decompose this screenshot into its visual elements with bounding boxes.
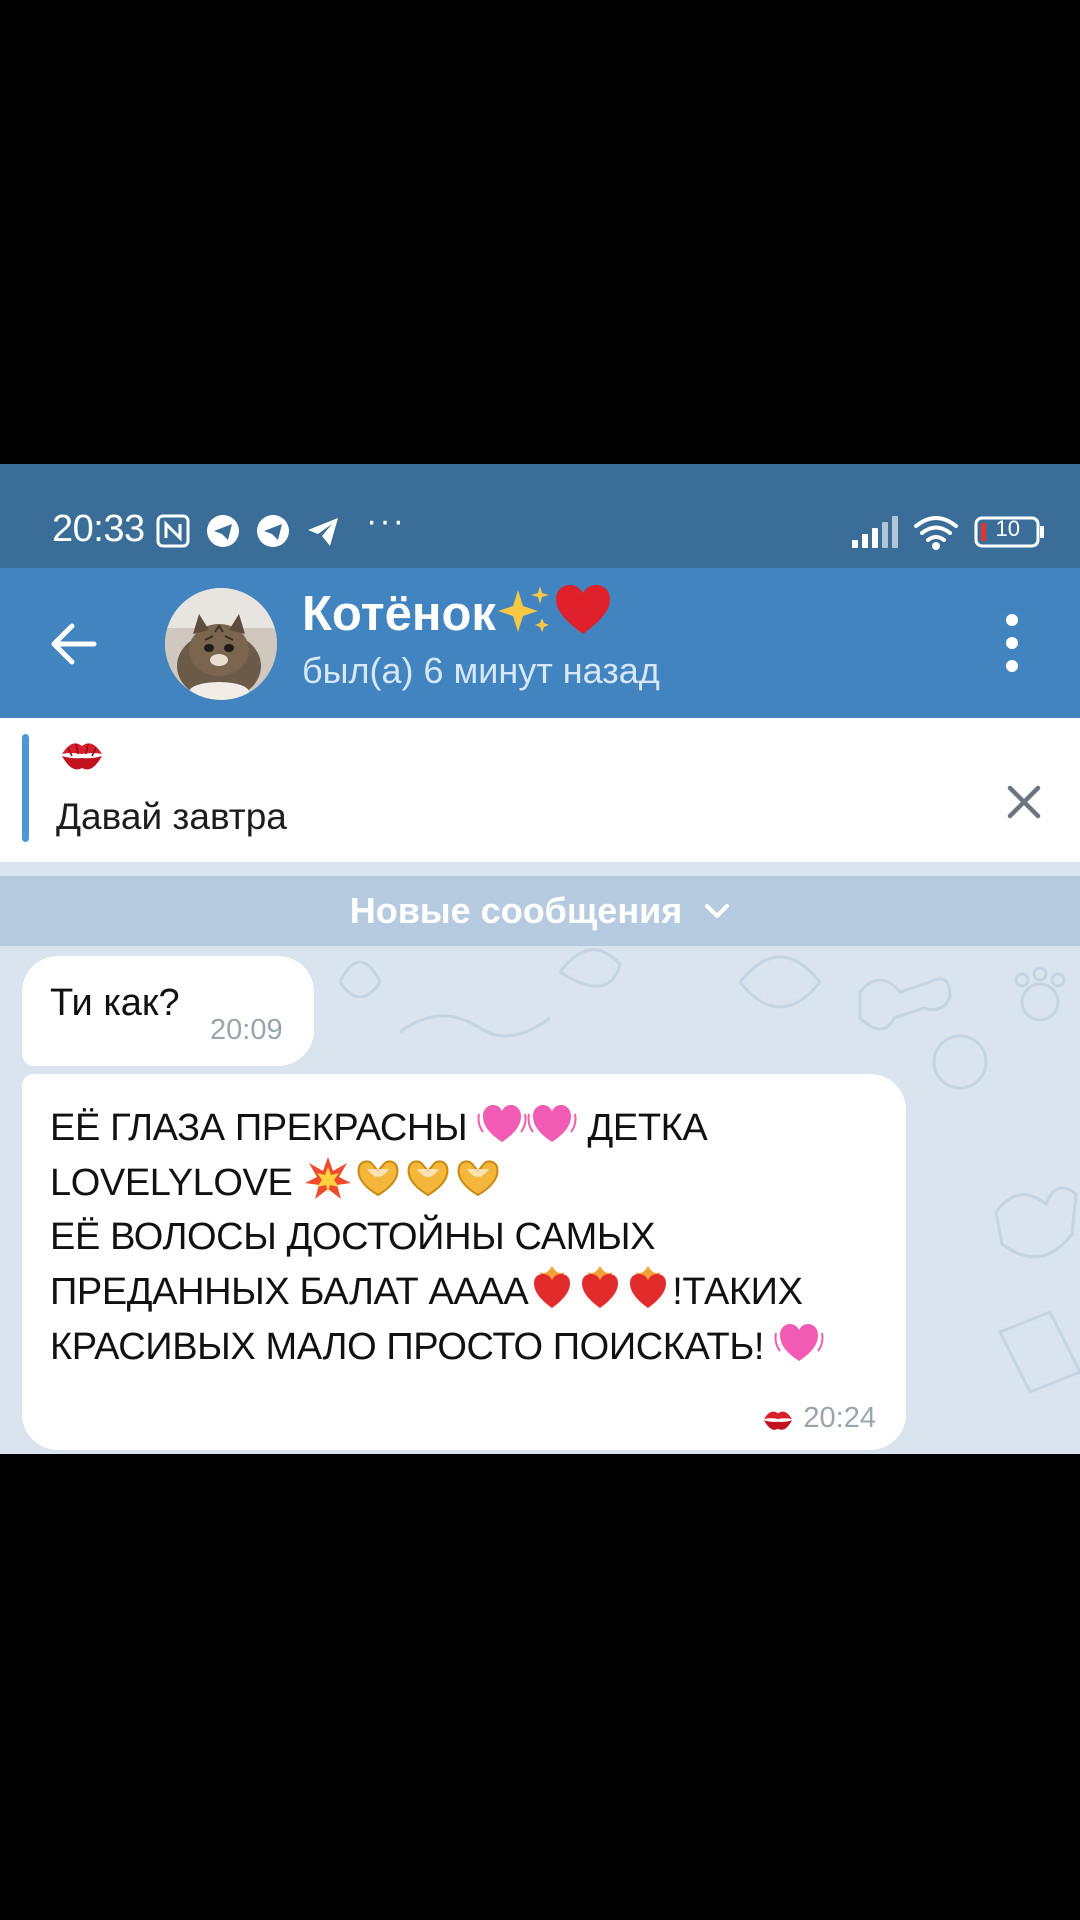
- red-heart-icon: [555, 585, 610, 634]
- telegram-icon: [257, 515, 289, 547]
- kiss-mark-icon: [62, 743, 102, 770]
- pinned-message[interactable]: Давай завтра: [0, 718, 1080, 862]
- close-icon[interactable]: [1006, 784, 1042, 820]
- status-right-icons: [852, 516, 1044, 550]
- chat-title-text: Котёнок: [302, 587, 496, 641]
- more-notifications-icon: ···: [366, 502, 406, 540]
- cat-avatar-image: [165, 588, 277, 700]
- heart-on-fire-icon: [534, 1266, 571, 1308]
- pinned-message-text: Давай завтра: [56, 796, 287, 837]
- heart-on-fire-icon: [630, 1266, 667, 1308]
- wifi-icon: [914, 516, 958, 550]
- message-text: Ти как?: [50, 982, 180, 1024]
- avatar[interactable]: [165, 588, 277, 700]
- message-line: ЕЁ ВОЛОСЫ ДОСТОЙНЫ САМЫХ: [50, 1216, 656, 1258]
- new-messages-label: Новые сообщения: [349, 890, 683, 931]
- heart-on-fire-icon: [582, 1266, 619, 1308]
- heart-hands-icon: [357, 1160, 399, 1197]
- heart-hands-icon: [407, 1160, 449, 1197]
- message-line: КРАСИВЫХ МАЛО ПРОСТО ПОИСКАТЬ!: [50, 1326, 765, 1368]
- collision-icon: [304, 1157, 351, 1199]
- status-time: 20:33: [52, 508, 145, 550]
- signal-icon: [852, 516, 898, 548]
- message-text: ЕЁ ГЛАЗА ПРЕКРАСНЫ ДЕТКА LOVELYLOVE ЕЁ В…: [50, 1100, 890, 1374]
- message-footer: 20:24: [761, 1402, 876, 1435]
- telegram-icon: [207, 515, 239, 547]
- pinned-accent-bar: [22, 734, 29, 842]
- message-bubble[interactable]: ЕЁ ГЛАЗА ПРЕКРАСНЫ ДЕТКА LOVELYLOVE ЕЁ В…: [22, 1074, 906, 1450]
- message-time: 20:24: [803, 1402, 876, 1434]
- sparkles-icon: [497, 586, 549, 632]
- kiss-mark-reaction-icon[interactable]: [761, 1405, 795, 1433]
- heart-hands-icon: [457, 1160, 499, 1197]
- telegram-chat-screen: 20:33 ··· 10 Котёнок был(а) 6 минут наза…: [0, 464, 1080, 1454]
- message-bubble[interactable]: Ти как? 20:09: [22, 956, 314, 1066]
- message-line: ДЕТКА: [587, 1107, 708, 1149]
- back-arrow-icon[interactable]: [46, 616, 102, 672]
- growing-heart-icon: [477, 1105, 527, 1142]
- message-line: LOVELYLOVE: [50, 1162, 293, 1204]
- status-bar: 20:33 ··· 10: [0, 464, 1080, 568]
- chat-title[interactable]: Котёнок: [302, 584, 612, 642]
- last-seen-status: был(а) 6 минут назад: [302, 650, 660, 691]
- growing-heart-icon: [527, 1105, 577, 1142]
- battery-level: 10: [995, 516, 1020, 541]
- growing-heart-icon: [774, 1324, 824, 1361]
- chat-area[interactable]: Новые сообщения Ти как? 20:09 ЕЁ ГЛАЗА П…: [0, 862, 1080, 1454]
- message-line: ПРЕДАННЫХ БАЛАТ АААА: [50, 1271, 529, 1313]
- message-time: 20:09: [210, 1014, 283, 1046]
- chevron-down-icon: [705, 904, 730, 918]
- telegram-send-icon: [308, 518, 338, 546]
- more-vertical-icon[interactable]: [990, 610, 1034, 676]
- message-line: ЕЁ ГЛАЗА ПРЕКРАСНЫ: [50, 1107, 468, 1149]
- nfc-icon: [156, 514, 190, 548]
- message-line: !ТАКИХ: [672, 1271, 803, 1313]
- new-messages-banner[interactable]: Новые сообщения: [0, 876, 1080, 946]
- chat-header: Котёнок был(а) 6 минут назад: [0, 568, 1080, 718]
